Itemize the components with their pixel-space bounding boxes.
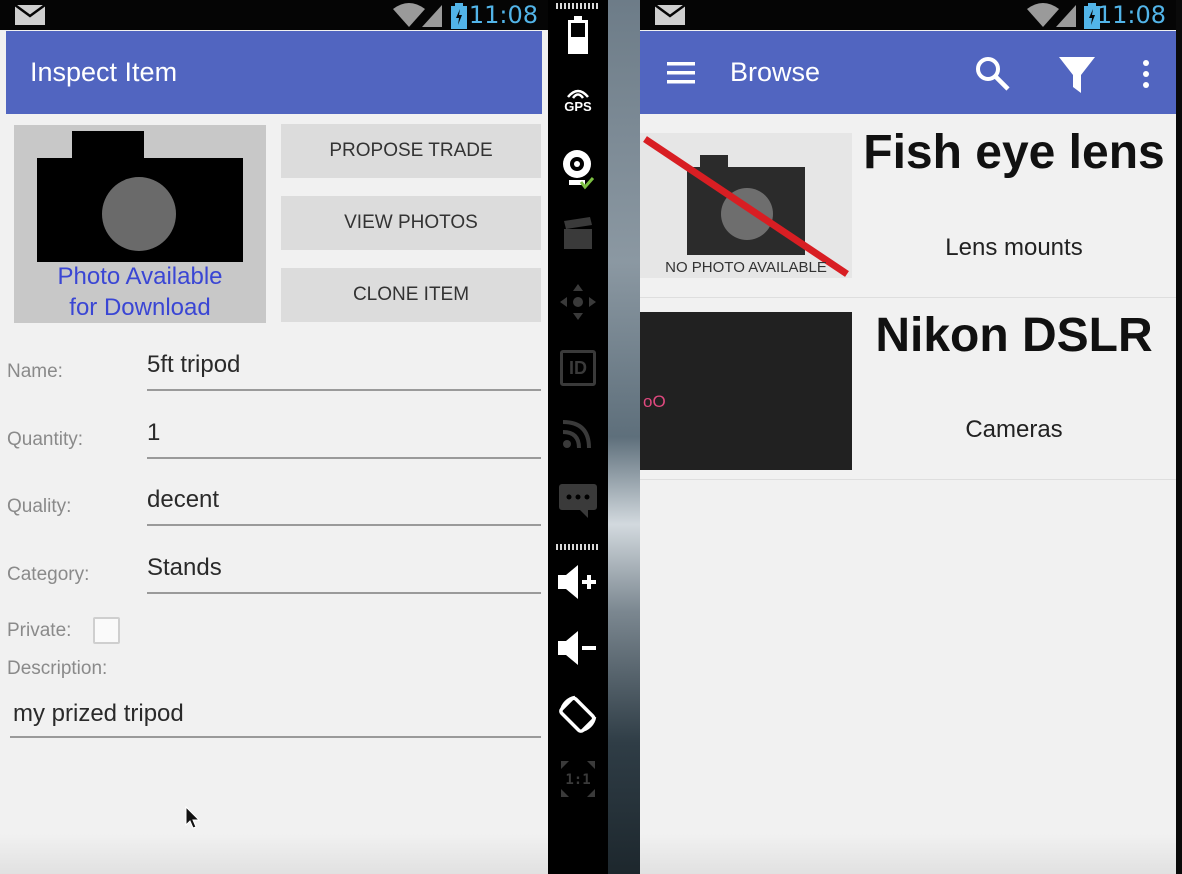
name-label: Name: — [7, 361, 63, 382]
photo-caption: Photo Available for Download — [14, 261, 266, 323]
device-id-icon[interactable]: ID — [548, 348, 608, 388]
inspect-item-screen: 11:08 Inspect Item Photo Available for D… — [0, 0, 548, 874]
app-bar: Inspect Item — [6, 31, 542, 114]
propose-trade-button[interactable]: PROPOSE TRADE — [281, 124, 541, 178]
item-category: Lens mounts — [945, 234, 1083, 261]
sms-icon[interactable] — [548, 478, 608, 522]
private-label: Private: — [7, 620, 72, 641]
status-time: 11:08 — [1096, 1, 1166, 29]
device-id-label: ID — [560, 350, 596, 386]
quality-label: Quality: — [7, 496, 72, 517]
app-bar: Browse — [640, 31, 1176, 114]
item-name: Nikon DSLR — [875, 309, 1153, 362]
camera-icon — [643, 136, 849, 277]
rotate-icon[interactable] — [548, 692, 608, 736]
description-label: Description: — [7, 658, 108, 679]
item-thumbnail: oO — [640, 312, 852, 470]
toolbar-grip[interactable] — [556, 3, 600, 9]
search-icon[interactable] — [974, 55, 1012, 93]
desktop-background — [608, 0, 640, 874]
emulator-toolbar: GPS ID 1:1 — [548, 0, 608, 874]
bottom-fade — [640, 834, 1176, 874]
more-options-icon[interactable] — [1140, 59, 1152, 89]
view-photos-button[interactable]: VIEW PHOTOS — [281, 196, 541, 250]
status-bar-right: 11:08 — [640, 0, 1176, 30]
volume-down-icon[interactable] — [548, 626, 608, 670]
private-checkbox[interactable] — [93, 617, 120, 644]
battery-icon — [451, 3, 467, 29]
photo-caption-line1: Photo Available — [57, 263, 223, 290]
scale-icon[interactable]: 1:1 — [548, 756, 608, 802]
gps-label: GPS — [564, 98, 592, 114]
photo-caption-line2: for Download — [69, 294, 211, 321]
status-bar: 11:08 — [0, 0, 548, 30]
volume-up-icon[interactable] — [548, 560, 608, 604]
toolbar-grip-2[interactable] — [556, 544, 600, 550]
menu-icon[interactable] — [667, 61, 697, 85]
item-category: Cameras — [965, 416, 1063, 443]
camera-icon — [37, 131, 243, 262]
bottom-fade — [0, 834, 548, 874]
battery-icon[interactable] — [548, 14, 608, 58]
quality-field[interactable]: decent — [147, 482, 541, 526]
page-title: Browse — [730, 57, 821, 87]
quantity-field[interactable]: 1 — [147, 415, 541, 459]
page-title: Inspect Item — [30, 57, 178, 87]
dpad-icon[interactable] — [548, 280, 608, 324]
network-icon[interactable] — [548, 412, 608, 454]
filter-icon[interactable] — [1058, 55, 1096, 95]
status-time: 11:08 — [468, 1, 538, 29]
webcam-icon[interactable] — [548, 146, 608, 192]
signal-icon — [1056, 5, 1076, 27]
no-photo-label: NO PHOTO AVAILABLE — [665, 259, 827, 276]
quantity-label: Quantity: — [7, 429, 84, 450]
mail-icon — [14, 4, 46, 25]
gps-icon[interactable]: GPS — [548, 80, 608, 120]
name-field[interactable]: 5ft tripod — [147, 347, 541, 391]
item-name: Fish eye lens — [863, 126, 1165, 179]
list-item[interactable]: oO Nikon DSLR Cameras — [640, 298, 1176, 480]
list-item[interactable]: NO PHOTO AVAILABLE Fish eye lens Lens mo… — [640, 115, 1176, 298]
media-icon[interactable] — [548, 214, 608, 254]
category-field[interactable]: Stands — [147, 550, 541, 594]
category-label: Category: — [7, 564, 90, 585]
mail-icon — [654, 4, 686, 25]
item-photo[interactable]: Photo Available for Download — [14, 125, 266, 323]
thumbnail-mark: oO — [643, 392, 666, 411]
signal-icon — [422, 5, 442, 27]
scale-label: 1:1 — [565, 772, 590, 788]
browse-screen: 11:08 Browse NO PHOTO AVAILABLE Fish eye… — [640, 0, 1176, 874]
description-field[interactable]: my prized tripod — [10, 696, 541, 738]
item-thumbnail: NO PHOTO AVAILABLE — [640, 133, 852, 278]
clone-item-button[interactable]: CLONE ITEM — [281, 268, 541, 322]
mouse-cursor-icon — [185, 806, 201, 829]
